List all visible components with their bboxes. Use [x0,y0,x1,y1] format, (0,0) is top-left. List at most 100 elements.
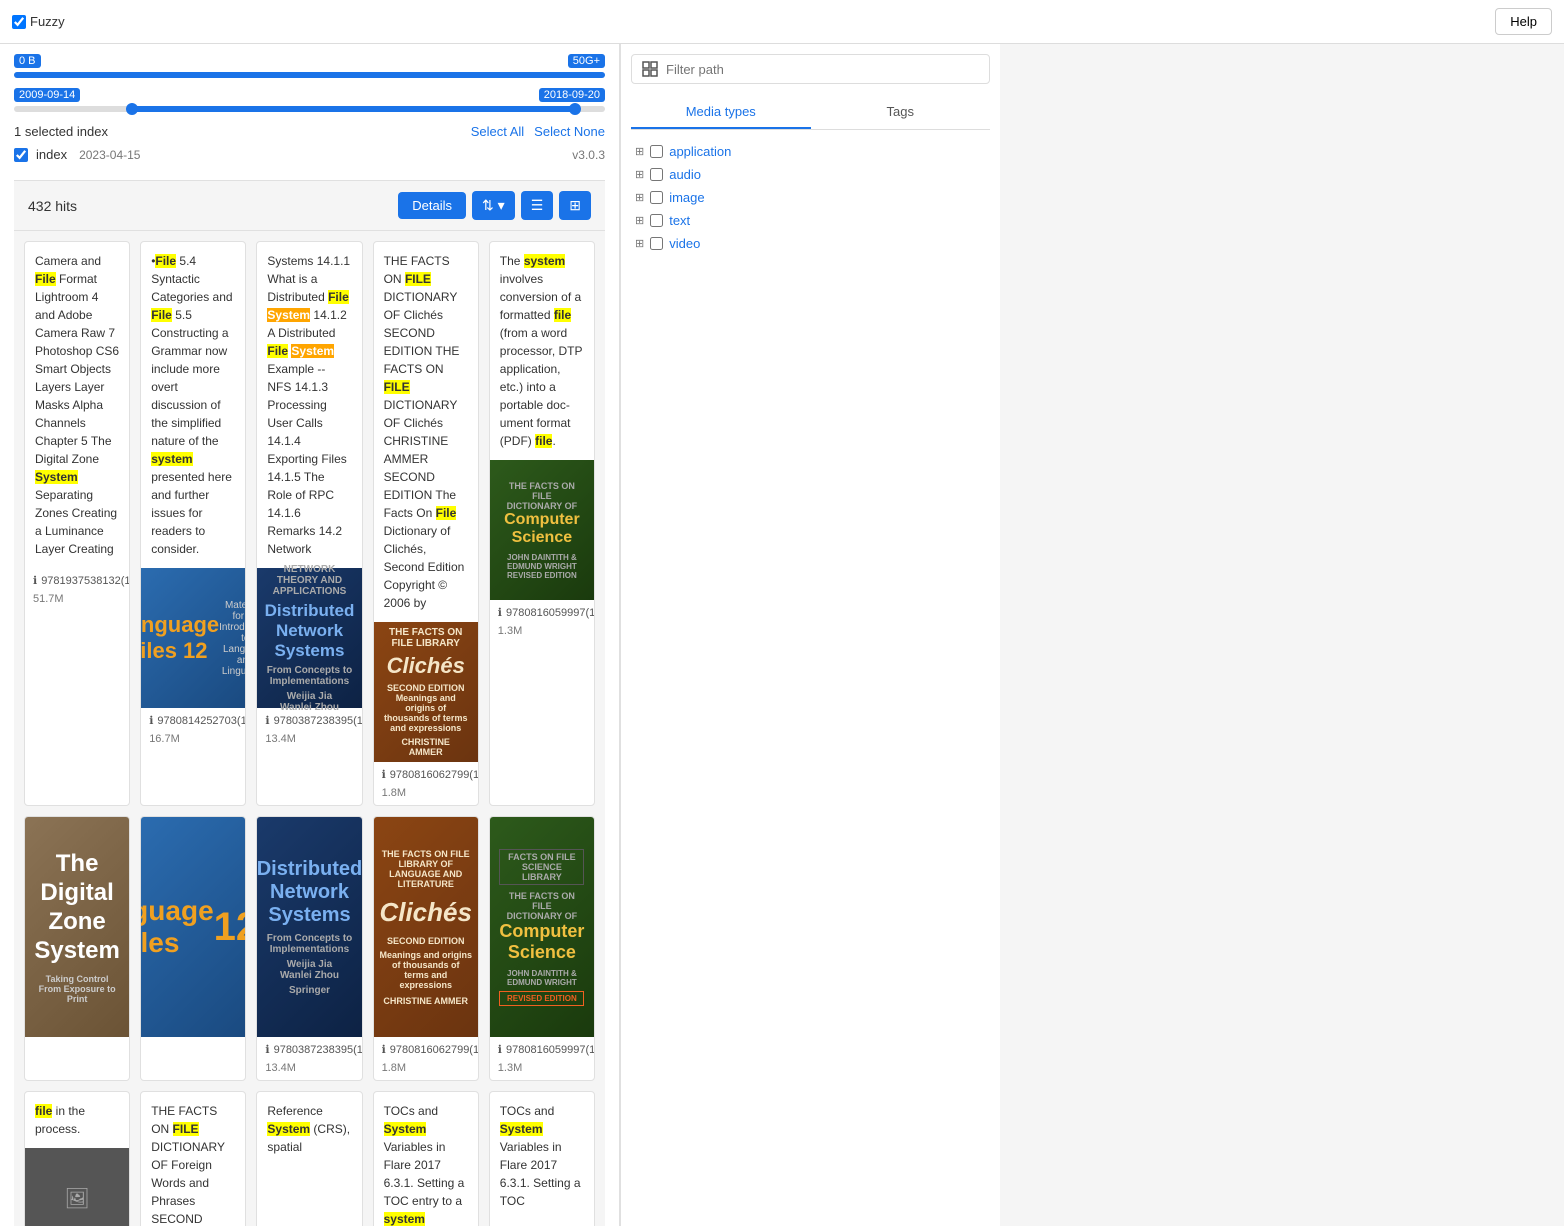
help-button[interactable]: Help [1495,8,1552,35]
media-checkbox-image[interactable] [650,191,663,204]
search-input[interactable]: file system [73,10,1488,34]
media-type-label: text [669,213,690,228]
file-size: 51.7M [33,593,64,605]
card-text: THE FACTS ON FILE DICTIONARY OF Foreign … [141,1092,245,1226]
card-filesize: 1.8M [374,787,478,805]
book-cover: Language Files 12Materials for an Introd… [141,568,245,708]
fuzzy-check[interactable] [12,15,26,29]
card-filesize: 1.8M [374,1062,478,1080]
date-slider-thumb-left[interactable] [126,103,138,115]
result-card[interactable]: file in the process. 🖼 [24,1091,130,1226]
media-checkbox-video[interactable] [650,237,663,250]
highlight: System [267,1122,310,1136]
highlight: System [500,1122,543,1136]
result-card[interactable]: Systems 14.1.1 What is a Distributed Fil… [256,241,362,806]
results-grid: Camera and File Format Lightroom 4 and A… [24,241,595,1226]
book-cover: DistributedNetworkSystems From Concepts … [257,817,361,1037]
info-icon: ℹ [265,714,269,727]
grid-view-button[interactable]: ⊞ [559,191,591,220]
select-none-button[interactable]: Select None [534,124,605,139]
card-footer: ℹ 9780816062799(1).pdf [374,1037,478,1062]
card-text: THE FACTS ON FILE DICTIONARY OF Clichés … [374,242,478,622]
filter-path-icon [642,61,658,77]
media-checkbox-text[interactable] [650,214,663,227]
media-type-label: application [669,144,731,159]
index-row: index 2023-04-15 v3.0.3 [14,147,605,162]
filename: 9780387238395(1).pdf [274,715,363,727]
highlight: System [291,344,334,358]
result-card[interactable]: TOCs and System Variables in Flare 2017 … [489,1091,595,1226]
file-size: 1.3M [498,625,522,637]
details-button[interactable]: Details [398,192,466,219]
index-name: index [36,147,67,162]
highlight: File [155,254,176,268]
filename: 9780816059997(1).pdf [506,1044,595,1056]
fuzzy-checkbox[interactable]: Fuzzy [12,14,65,29]
card-text: TOCs and System Variables in Flare 2017 … [490,1092,594,1220]
card-footer: ℹ 9780816059997(1).pdf [490,1037,594,1062]
highlight: system [524,254,565,268]
expand-icon: ⊞ [635,145,644,158]
date-slider-labels: 2009-09-14 2018-09-20 [14,88,605,102]
media-type-image[interactable]: ⊞ image [631,186,990,209]
size-slider-track[interactable] [14,72,605,78]
date-slider-track[interactable] [14,106,605,112]
card-filesize: 1.3M [490,1062,594,1080]
result-card[interactable]: THE FACTS ON FILE LIBRARY OF LANGUAGE AN… [373,816,479,1081]
result-card[interactable]: LanguageFiles12 Materials for an Introdu… [140,816,246,1081]
index-section: 1 selected index Select All Select None … [14,124,605,162]
highlight: file [554,308,571,322]
media-tabs: Media types Tags [631,96,990,130]
result-card[interactable]: Reference System (CRS), spatial [256,1091,362,1226]
index-checkbox[interactable] [14,148,28,162]
card-filesize: 1.3M [490,625,594,643]
index-header: 1 selected index Select All Select None [14,124,605,139]
select-all-button[interactable]: Select All [471,124,524,139]
card-text: •File 5.4 Syntactic Categories and File … [141,242,245,568]
media-checkbox-application[interactable] [650,145,663,158]
result-card[interactable]: THE FACTS ON FILE DICTIONARY OF Foreign … [140,1091,246,1226]
sort-button[interactable]: ⇅ ▾ [472,191,515,220]
media-type-video[interactable]: ⊞ video [631,232,990,255]
filename: 9780387238395(1).pdf [274,1044,363,1056]
results-header: 432 hits Details ⇅ ▾ ☰ ⊞ [14,180,605,231]
date-slider-thumb-right[interactable] [569,103,581,115]
media-type-text[interactable]: ⊞ text [631,209,990,232]
media-type-application[interactable]: ⊞ application [631,140,990,163]
date-slider-fill [132,106,575,112]
media-type-list: ⊞ application ⊞ audio ⊞ image ⊞ [631,140,990,255]
file-size: 16.7M [149,733,180,745]
result-card[interactable]: FACTS ON FILE SCIENCE LIBRARY THE FACTS … [489,816,595,1081]
sort-icon: ⇅ [482,197,494,213]
filename: 9781937538132(1).epub [41,575,130,587]
result-card[interactable]: THE FACTS ON FILE DICTIONARY OF Clichés … [373,241,479,806]
info-icon: ℹ [382,768,386,781]
card-footer: ℹ 9781937538132(1).epub [25,568,129,593]
tab-tags[interactable]: Tags [811,96,991,129]
filter-path-input[interactable] [666,62,979,77]
expand-icon: ⊞ [635,191,644,204]
media-checkbox-audio[interactable] [650,168,663,181]
info-icon: ℹ [382,1043,386,1056]
result-card[interactable]: TheDigitalZoneSystem Taking Control From… [24,816,130,1081]
result-card[interactable]: TOCs and System Variables in Flare 2017 … [373,1091,479,1226]
card-footer: ℹ 9780816062799(1).pdf [374,762,478,787]
result-card[interactable]: Camera and File Format Lightroom 4 and A… [24,241,130,806]
card-filesize: 13.4M [257,733,361,751]
book-cover: THE FACTS ON FILE LIBRARY OF LANGUAGE AN… [374,817,478,1037]
tab-media-types[interactable]: Media types [631,96,811,129]
highlight: File [267,344,288,358]
result-card[interactable]: •File 5.4 Syntactic Categories and File … [140,241,246,806]
highlight: System [384,1122,427,1136]
highlight: FILE [384,380,410,394]
highlight: file [535,434,552,448]
result-card[interactable]: The system involves conversion of a form… [489,241,595,806]
filter-path-row [631,54,990,84]
result-card[interactable]: DistributedNetworkSystems From Concepts … [256,816,362,1081]
left-panel: 0 B 50G+ 2009-09-14 2018-09-20 [0,44,620,1226]
media-type-label: audio [669,167,701,182]
file-size: 1.8M [382,787,406,799]
media-type-audio[interactable]: ⊞ audio [631,163,990,186]
list-view-button[interactable]: ☰ [521,191,554,220]
filename: 9780816062799(1).pdf [390,769,479,781]
